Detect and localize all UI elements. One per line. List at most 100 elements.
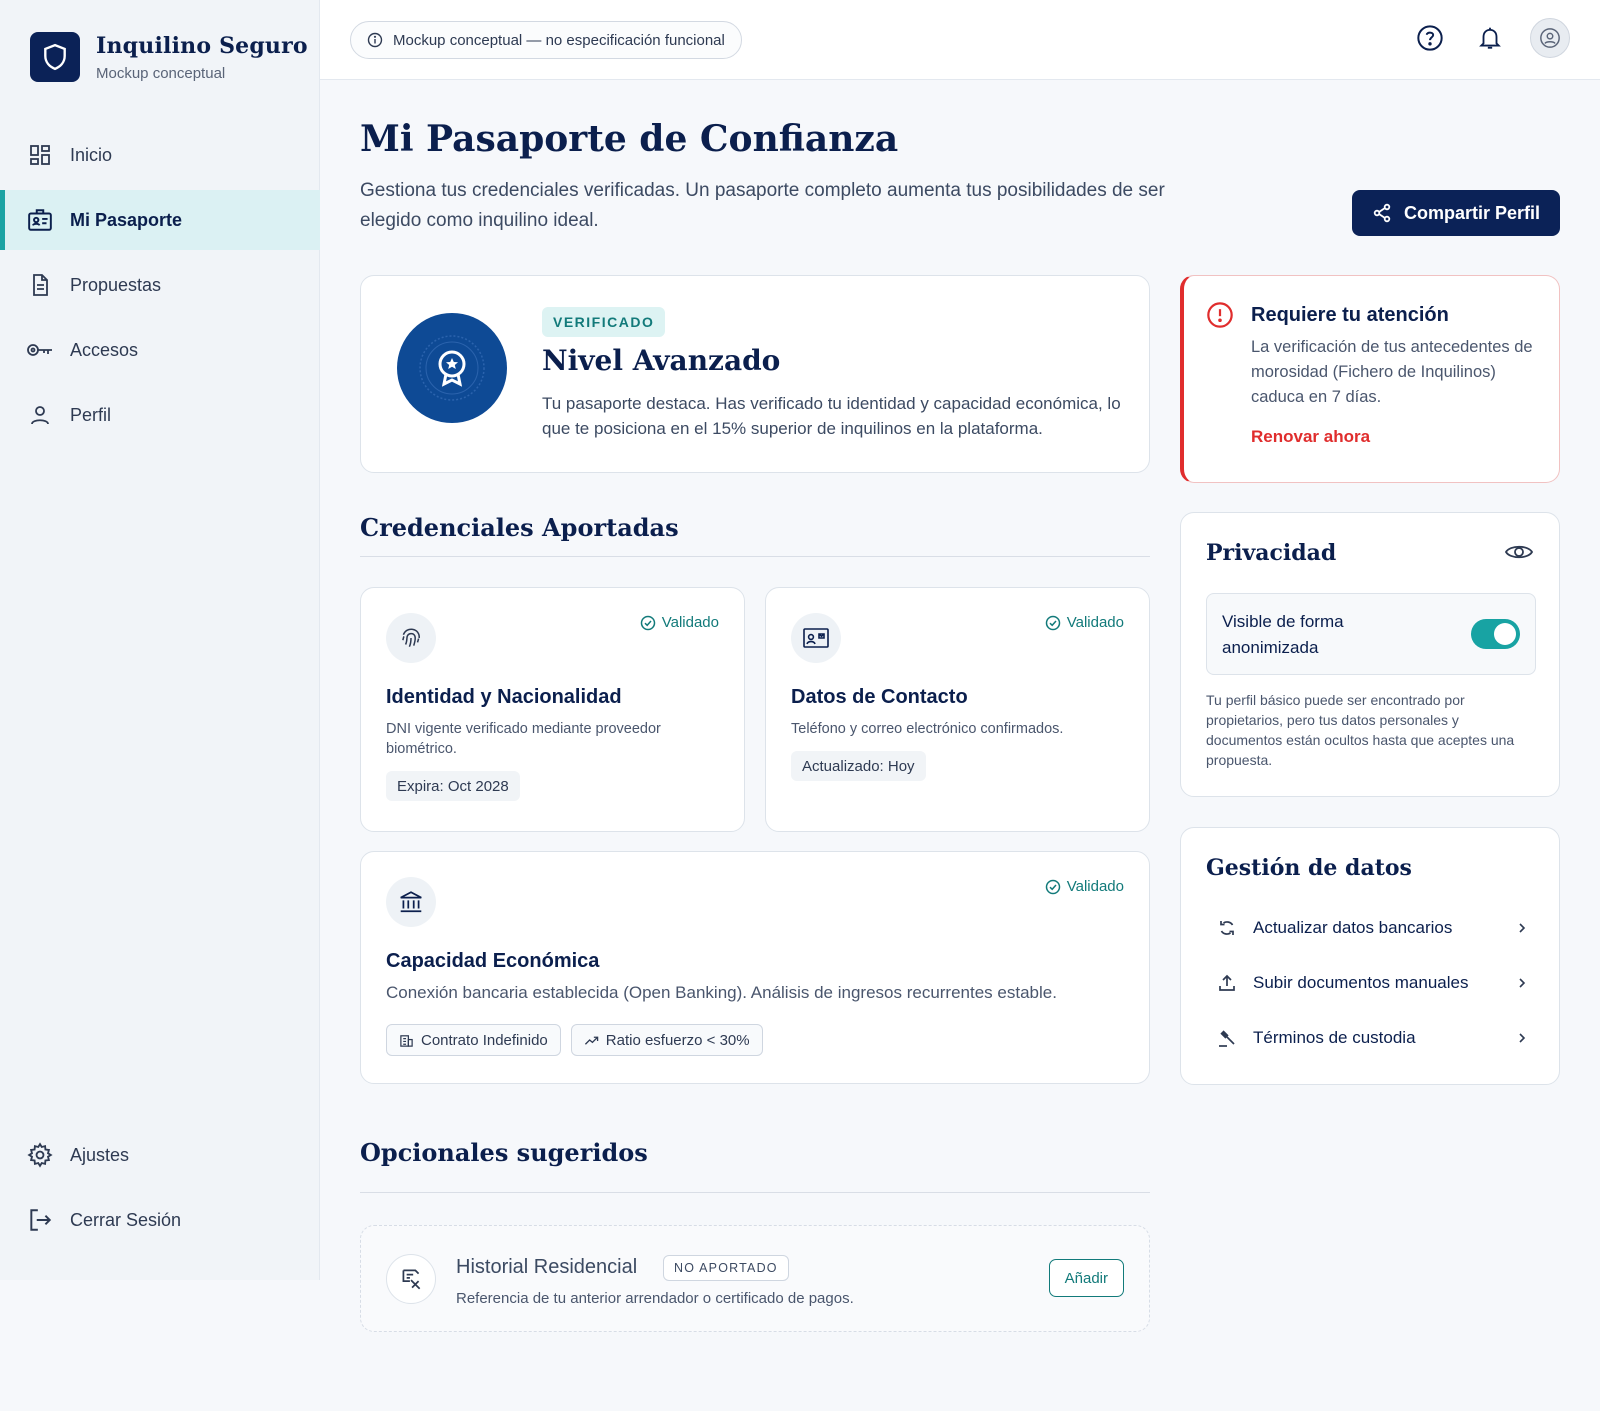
page-description: Gestiona tus credenciales verificadas. U…: [360, 180, 1165, 231]
info-icon: [367, 32, 383, 48]
data-management-title: Gestión de datos: [1206, 855, 1412, 881]
credential-description: Teléfono y correo electrónico confirmado…: [791, 721, 1064, 737]
credential-card-identity[interactable]: Validado Identidad y Nacionalidad DNI vi…: [360, 587, 745, 832]
chevron-right-icon: [1517, 1032, 1527, 1044]
check-circle-icon: [1045, 615, 1061, 631]
sidebar-item-cerrar-sesion[interactable]: Cerrar Sesión: [0, 1190, 320, 1250]
level-description: Tu pasaporte destaca. Has verificado tu …: [542, 394, 1121, 438]
section-divider: [360, 556, 1150, 557]
sidebar-item-accesos[interactable]: Accesos: [0, 320, 320, 380]
visibility-toggle-row: Visible de forma anonimizada: [1206, 593, 1536, 675]
alert-circle-icon: [1206, 301, 1234, 329]
share-profile-label: Compartir Perfil: [1403, 202, 1540, 223]
data-item-label: Actualizar datos bancarios: [1253, 918, 1453, 937]
contract-tag-label: Contrato Indefinido: [421, 1031, 548, 1049]
attention-alert-card: Requiere tu atención La verificación de …: [1180, 275, 1560, 483]
privacy-note: Tu perfil básico puede ser encontrado po…: [1206, 692, 1515, 768]
avatar[interactable]: [1530, 18, 1570, 58]
sidebar-item-label: Cerrar Sesión: [70, 1209, 182, 1230]
section-divider: [360, 1192, 1150, 1193]
sidebar-item-ajustes[interactable]: Ajustes: [0, 1125, 320, 1185]
validated-label: Validado: [1066, 614, 1124, 631]
credential-tags: Contrato Indefinido Ratio esfuerzo < 30%: [386, 1024, 773, 1056]
credential-card-contact[interactable]: Validado Datos de Contacto Teléfono y co…: [765, 587, 1150, 832]
gavel-icon: [1217, 1028, 1241, 1048]
visibility-toggle[interactable]: [1471, 619, 1520, 649]
sidebar: Inquilino Seguro Mockup conceptual Inici…: [0, 0, 320, 1280]
medal-icon: [397, 313, 507, 423]
credential-description: DNI vigente verificado mediante proveedo…: [386, 721, 661, 757]
eye-icon[interactable]: [1504, 541, 1534, 563]
page-title: Mi Pasaporte de Confianza: [360, 118, 899, 160]
privacy-card: Privacidad Visible de forma anonimizada …: [1180, 512, 1560, 797]
document-icon: [26, 271, 54, 299]
dashboard-icon: [26, 141, 54, 169]
updated-tag: Actualizado: Hoy: [791, 751, 926, 781]
ratio-tag: Ratio esfuerzo < 30%: [570, 1024, 763, 1056]
brand[interactable]: Inquilino Seguro Mockup conceptual: [30, 32, 308, 82]
validated-status: Validado: [1045, 614, 1124, 631]
add-button[interactable]: Añadir: [1048, 1259, 1124, 1297]
bank-icon: [386, 877, 436, 927]
building-icon: [399, 1033, 414, 1048]
alert-title: Requiere tu atención: [1251, 304, 1449, 326]
verified-badge: VERIFICADO: [542, 307, 666, 337]
sidebar-item-label: Inicio: [70, 144, 113, 165]
privacy-title: Privacidad: [1206, 540, 1337, 566]
validated-label: Validado: [661, 614, 719, 631]
logout-icon: [26, 1206, 54, 1234]
chevron-right-icon: [1517, 977, 1527, 989]
sidebar-item-mi-pasaporte[interactable]: Mi Pasaporte: [0, 190, 320, 250]
credentials-section-title: Credenciales Aportadas: [360, 513, 679, 542]
refresh-icon: [1217, 918, 1241, 938]
update-bank-data-item[interactable]: Actualizar datos bancarios: [1217, 908, 1527, 948]
contract-tag: Contrato Indefinido: [386, 1024, 561, 1056]
not-provided-badge: NO APORTADO: [663, 1255, 789, 1281]
bell-icon[interactable]: [1470, 18, 1510, 58]
expiry-tag: Expira: Oct 2028: [386, 771, 520, 801]
brand-subtitle: Mockup conceptual: [96, 64, 226, 82]
mockup-notice-text: Mockup conceptual — no especificación fu…: [393, 31, 725, 49]
fingerprint-icon: [386, 613, 436, 663]
key-icon: [26, 336, 54, 364]
visibility-toggle-label: Visible de forma anonimizada: [1222, 612, 1344, 657]
optional-section-title: Opcionales sugeridos: [360, 1138, 648, 1167]
sidebar-item-perfil[interactable]: Perfil: [0, 385, 320, 445]
optional-description: Referencia de tu anterior arrendador o c…: [456, 1290, 854, 1307]
chevron-right-icon: [1517, 922, 1527, 934]
sidebar-item-inicio[interactable]: Inicio: [0, 125, 320, 185]
data-item-label: Subir documentos manuales: [1253, 973, 1469, 992]
share-profile-button[interactable]: Compartir Perfil: [1351, 190, 1560, 236]
credential-title: Identidad y Nacionalidad: [386, 686, 622, 708]
credential-description: Conexión bancaria establecida (Open Bank…: [386, 983, 1057, 1002]
data-item-label: Términos de custodia: [1253, 1028, 1416, 1047]
custody-terms-item[interactable]: Términos de custodia: [1217, 1018, 1527, 1058]
upload-manual-documents-item[interactable]: Subir documentos manuales: [1217, 963, 1527, 1003]
credential-title: Capacidad Económica: [386, 950, 600, 972]
gear-icon: [26, 1141, 54, 1169]
validated-status: Validado: [1045, 878, 1124, 895]
credential-card-economic[interactable]: Validado Capacidad Económica Conexión ba…: [360, 851, 1150, 1084]
topbar-actions: [1390, 18, 1570, 58]
help-icon[interactable]: [1410, 18, 1450, 58]
optional-title: Historial Residencial: [456, 1256, 638, 1278]
sidebar-item-propuestas[interactable]: Propuestas: [0, 255, 320, 315]
upload-icon: [1217, 973, 1241, 993]
check-circle-icon: [640, 615, 656, 631]
validated-status: Validado: [640, 614, 719, 631]
shield-logo-icon: [30, 32, 80, 82]
level-title: Nivel Avanzado: [542, 344, 781, 377]
optional-card-residential-history: Historial Residencial NO APORTADO Refere…: [360, 1225, 1150, 1332]
history-icon: [386, 1254, 436, 1304]
data-management-card: Gestión de datos Actualizar datos bancar…: [1180, 827, 1560, 1085]
id-badge-icon: [26, 206, 54, 234]
sidebar-item-label: Accesos: [70, 339, 139, 360]
sidebar-item-label: Mi Pasaporte: [70, 209, 183, 230]
brand-title: Inquilino Seguro: [96, 32, 308, 59]
user-icon: [26, 401, 54, 429]
renew-now-link[interactable]: Renovar ahora: [1251, 427, 1370, 447]
check-circle-icon: [1045, 879, 1061, 895]
trending-up-icon: [584, 1033, 599, 1048]
share-icon: [1372, 203, 1392, 223]
sidebar-bottom-nav: Ajustes Cerrar Sesión: [0, 1125, 320, 1255]
